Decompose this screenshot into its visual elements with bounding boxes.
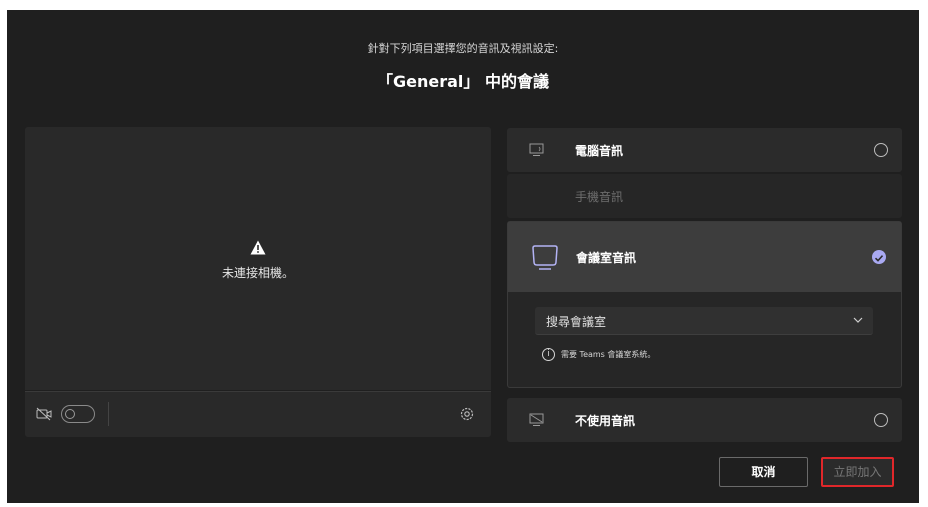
option-no-audio[interactable]: 不使用音訊 [507,398,902,442]
room-device-icon [532,245,558,270]
no-audio-radio[interactable] [874,413,888,427]
phone-audio-label: 手機音訊 [575,190,624,204]
computer-audio-radio[interactable] [874,143,888,157]
toggle-knob [65,409,75,419]
toolbar-divider [108,402,109,426]
room-info-text: 需要 Teams 會議室系統。 [561,350,656,359]
warning-icon [250,240,266,255]
no-audio-icon [529,413,544,426]
computer-audio-label: 電腦音訊 [575,144,624,158]
option-room-audio[interactable]: 會議室音訊 搜尋會議室 i 需要 Teams 會議室系統。 [507,221,902,388]
camera-off-icon [36,407,52,421]
info-icon: i [542,348,555,361]
header-subtitle: 針對下列項目選擇您的音訊及視訊設定: [367,42,559,55]
chevron-down-icon [853,317,863,323]
meeting-title: 「General」 中的會議 [377,72,549,91]
preview-toolbar [25,391,491,437]
room-audio-label: 會議室音訊 [576,251,637,265]
gear-icon[interactable] [459,406,475,422]
camera-warning-text: 未連接相機。 [221,266,294,280]
camera-toggle[interactable] [61,405,95,423]
room-search-dropdown[interactable]: 搜尋會議室 [535,307,873,335]
join-dialog: 針對下列項目選擇您的音訊及視訊設定: 「General」 中的會議 未連接相機。 [7,10,919,503]
camera-warning: 未連接相機。 [25,240,491,281]
computer-audio-icon [529,143,544,156]
selected-check-icon [872,250,886,264]
option-phone-audio: 手機音訊 [507,174,902,218]
room-search-placeholder: 搜尋會議室 [546,315,607,329]
video-preview: 未連接相機。 [25,127,491,390]
room-audio-header[interactable]: 會議室音訊 [508,222,901,292]
no-audio-label: 不使用音訊 [575,414,636,428]
join-now-button[interactable]: 立即加入 [821,457,894,487]
cancel-button[interactable]: 取消 [719,457,808,487]
option-computer-audio[interactable]: 電腦音訊 [507,128,902,172]
